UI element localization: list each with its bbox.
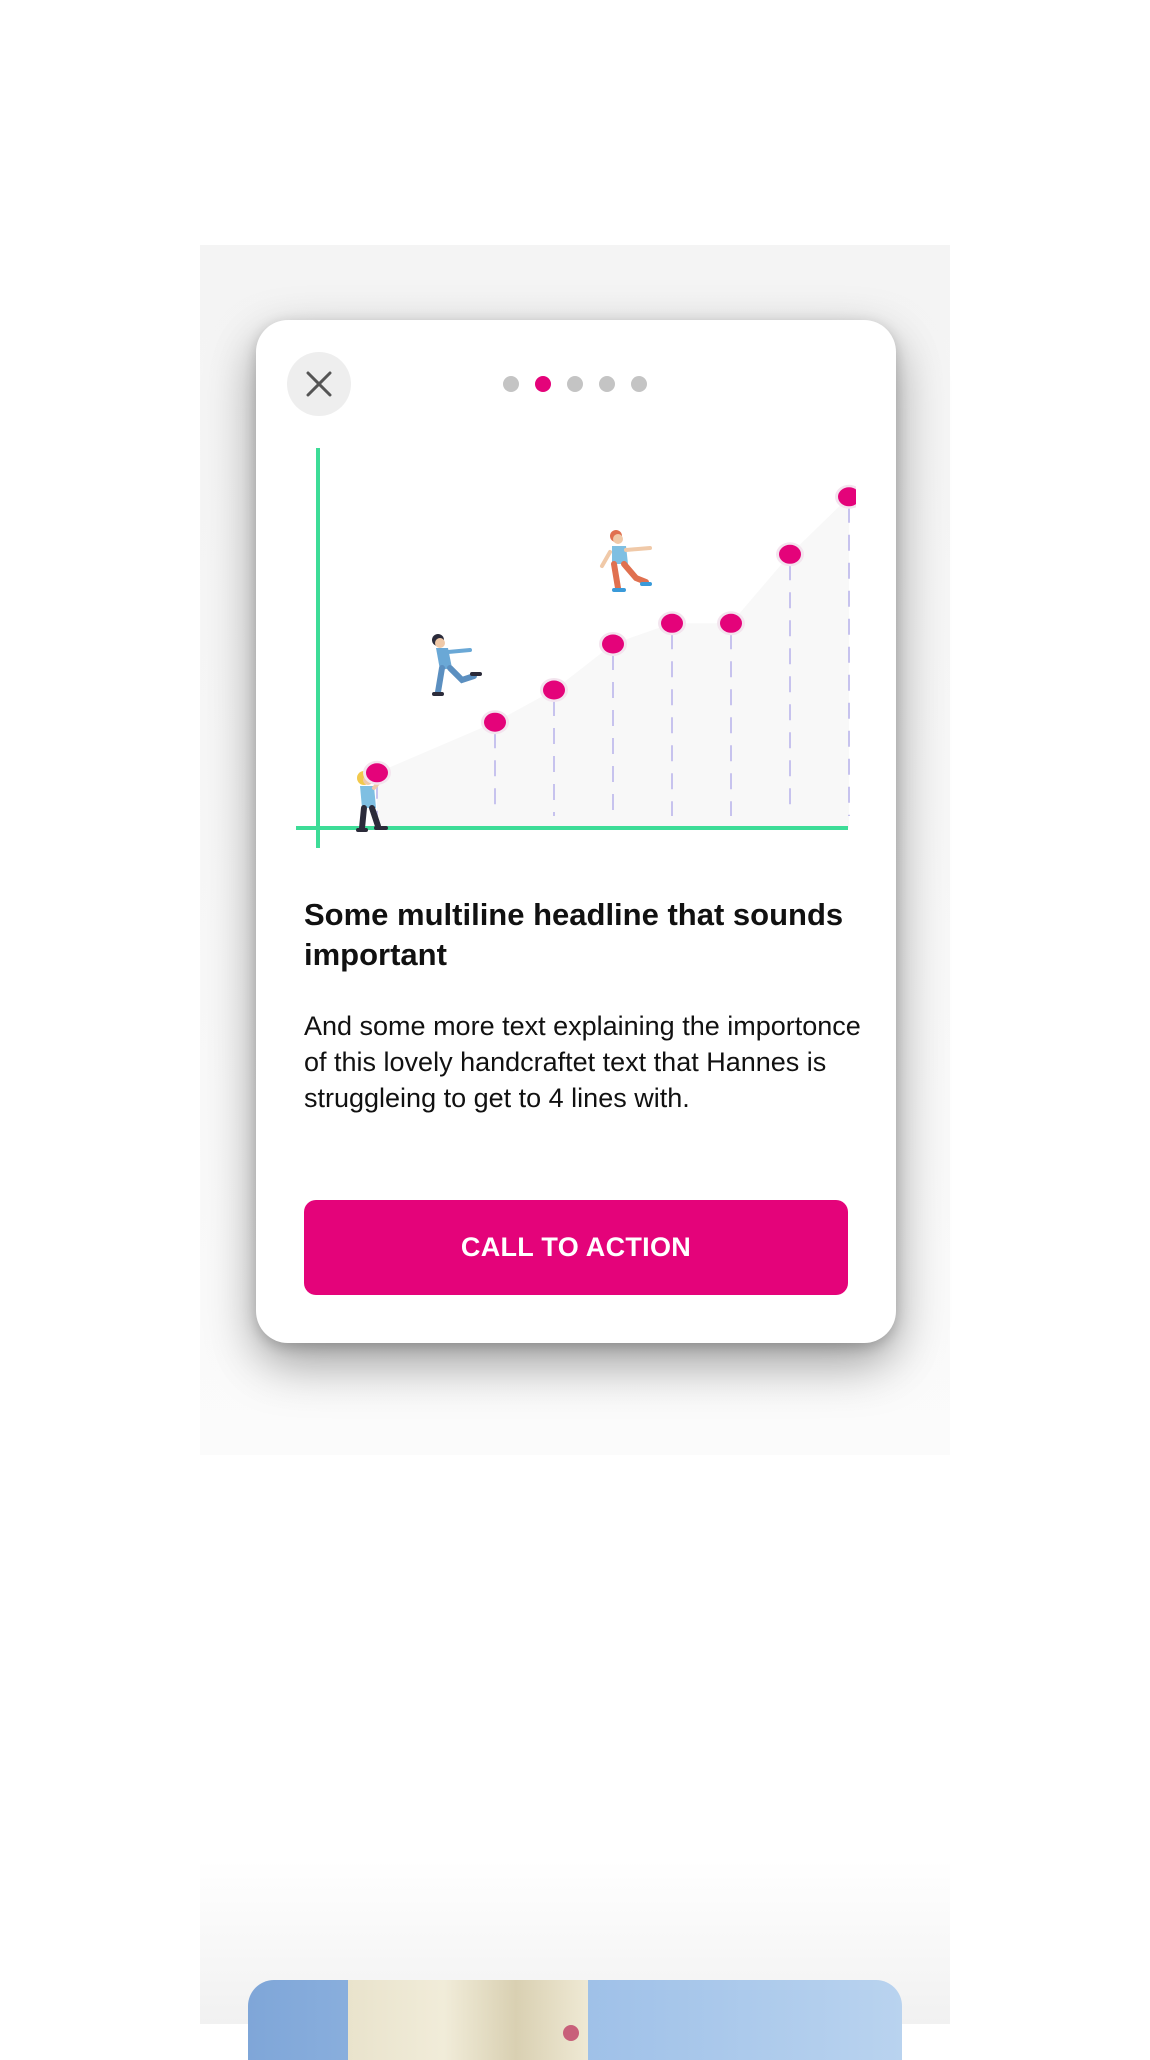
chart-point-3 bbox=[543, 680, 565, 700]
modal-body-text: And some more text explaining the import… bbox=[304, 1011, 861, 1113]
onboarding-modal: Some multiline headline that sounds impo… bbox=[256, 320, 896, 1343]
call-to-action-button[interactable]: CALL TO ACTION bbox=[304, 1200, 848, 1295]
close-icon bbox=[306, 371, 332, 397]
pagination-dot-3[interactable] bbox=[567, 376, 583, 392]
chart-point-1 bbox=[366, 763, 388, 783]
pagination-dots bbox=[503, 376, 647, 392]
product-image bbox=[348, 1980, 588, 2060]
chart-point-4 bbox=[602, 634, 624, 654]
modal-headline: Some multiline headline that sounds impo… bbox=[304, 897, 844, 972]
pagination-dot-4[interactable] bbox=[599, 376, 615, 392]
chart-point-2 bbox=[484, 712, 506, 732]
chart-point-7 bbox=[779, 544, 801, 564]
growth-chart-illustration bbox=[296, 448, 856, 848]
background-product-card[interactable] bbox=[248, 1980, 902, 2060]
close-button[interactable] bbox=[287, 352, 351, 416]
pagination-dot-5[interactable] bbox=[631, 376, 647, 392]
climber-figure-top bbox=[600, 530, 652, 592]
chart-point-6 bbox=[720, 613, 742, 633]
chart-point-5 bbox=[661, 613, 683, 633]
pagination-dot-1[interactable] bbox=[503, 376, 519, 392]
climber-figure-middle bbox=[432, 634, 482, 696]
pagination-dot-2[interactable] bbox=[535, 376, 551, 392]
